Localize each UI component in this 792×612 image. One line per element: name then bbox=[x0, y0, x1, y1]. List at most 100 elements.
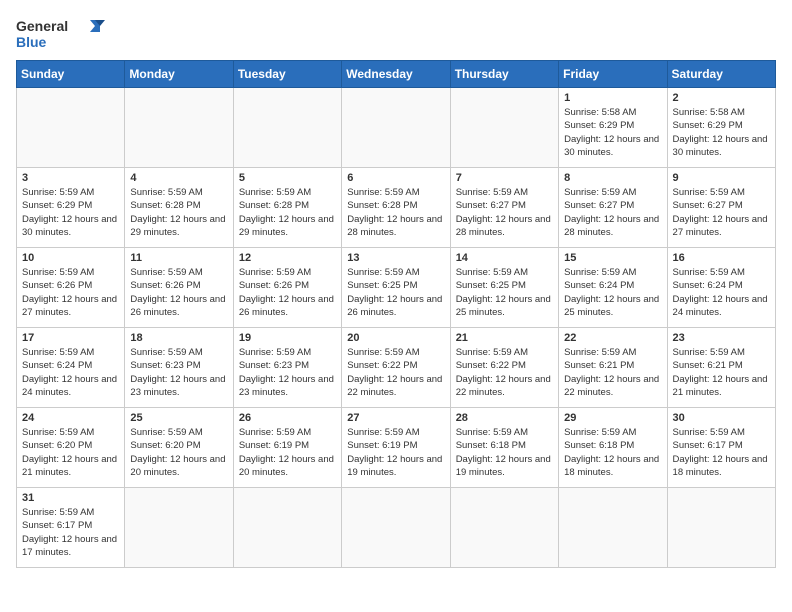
generalblue-logo-icon: General Blue bbox=[16, 16, 106, 52]
calendar-cell: 11 Sunrise: 5:59 AM Sunset: 6:26 PM Dayli… bbox=[125, 248, 233, 328]
week-row-2: 3 Sunrise: 5:59 AM Sunset: 6:29 PM Daylig… bbox=[17, 168, 776, 248]
calendar-cell: 25 Sunrise: 5:59 AM Sunset: 6:20 PM Dayli… bbox=[125, 408, 233, 488]
day-info: Sunrise: 5:59 AM Sunset: 6:17 PM Dayligh… bbox=[673, 426, 770, 479]
day-number: 3 bbox=[22, 172, 119, 184]
day-info: Sunrise: 5:59 AM Sunset: 6:23 PM Dayligh… bbox=[239, 346, 336, 399]
day-number: 6 bbox=[347, 172, 444, 184]
day-info: Sunrise: 5:59 AM Sunset: 6:19 PM Dayligh… bbox=[347, 426, 444, 479]
day-number: 21 bbox=[456, 332, 553, 344]
week-row-5: 24Sunrise: 5:59 AM Sunset: 6:20 PM Dayli… bbox=[17, 408, 776, 488]
day-info: Sunrise: 5:59 AM Sunset: 6:25 PM Dayligh… bbox=[456, 266, 553, 319]
page-header: General Blue bbox=[16, 16, 776, 52]
calendar-cell: 30 Sunrise: 5:59 AM Sunset: 6:17 PM Dayli… bbox=[667, 408, 775, 488]
logo: General Blue bbox=[16, 16, 106, 52]
day-info: Sunrise: 5:59 AM Sunset: 6:17 PM Dayligh… bbox=[22, 506, 119, 559]
day-number: 22 bbox=[564, 332, 661, 344]
day-number: 7 bbox=[456, 172, 553, 184]
day-info: Sunrise: 5:59 AM Sunset: 6:28 PM Dayligh… bbox=[239, 186, 336, 239]
day-number: 5 bbox=[239, 172, 336, 184]
day-info: Sunrise: 5:59 AM Sunset: 6:23 PM Dayligh… bbox=[130, 346, 227, 399]
day-info: Sunrise: 5:59 AM Sunset: 6:26 PM Dayligh… bbox=[239, 266, 336, 319]
day-info: Sunrise: 5:59 AM Sunset: 6:26 PM Dayligh… bbox=[130, 266, 227, 319]
weekday-header-sunday: Sunday bbox=[17, 61, 125, 88]
day-number: 13 bbox=[347, 252, 444, 264]
day-info: Sunrise: 5:59 AM Sunset: 6:18 PM Dayligh… bbox=[564, 426, 661, 479]
calendar-cell: 20Sunrise: 5:59 AM Sunset: 6:22 PM Dayli… bbox=[342, 328, 450, 408]
day-number: 9 bbox=[673, 172, 770, 184]
calendar-cell: 7 Sunrise: 5:59 AM Sunset: 6:27 PM Daylig… bbox=[450, 168, 558, 248]
day-number: 31 bbox=[22, 492, 119, 504]
day-number: 26 bbox=[239, 412, 336, 424]
day-info: Sunrise: 5:59 AM Sunset: 6:28 PM Dayligh… bbox=[130, 186, 227, 239]
day-number: 11 bbox=[130, 252, 227, 264]
weekday-header-row: SundayMondayTuesdayWednesdayThursdayFrid… bbox=[17, 61, 776, 88]
day-info: Sunrise: 5:59 AM Sunset: 6:26 PM Dayligh… bbox=[22, 266, 119, 319]
weekday-header-monday: Monday bbox=[125, 61, 233, 88]
calendar-cell: 13 Sunrise: 5:59 AM Sunset: 6:25 PM Dayli… bbox=[342, 248, 450, 328]
day-info: Sunrise: 5:59 AM Sunset: 6:29 PM Dayligh… bbox=[22, 186, 119, 239]
calendar-cell: 29 Sunrise: 5:59 AM Sunset: 6:18 PM Dayli… bbox=[559, 408, 667, 488]
day-number: 27 bbox=[347, 412, 444, 424]
calendar-cell: 17Sunrise: 5:59 AM Sunset: 6:24 PM Dayli… bbox=[17, 328, 125, 408]
calendar-cell: 15Sunrise: 5:59 AM Sunset: 6:24 PM Dayli… bbox=[559, 248, 667, 328]
calendar-cell: 8 Sunrise: 5:59 AM Sunset: 6:27 PM Daylig… bbox=[559, 168, 667, 248]
day-info: Sunrise: 5:59 AM Sunset: 6:24 PM Dayligh… bbox=[564, 266, 661, 319]
weekday-header-saturday: Saturday bbox=[667, 61, 775, 88]
calendar-cell: 16Sunrise: 5:59 AM Sunset: 6:24 PM Dayli… bbox=[667, 248, 775, 328]
week-row-1: 1 Sunrise: 5:58 AM Sunset: 6:29 PM Daylig… bbox=[17, 88, 776, 168]
calendar-cell: 26Sunrise: 5:59 AM Sunset: 6:19 PM Dayli… bbox=[233, 408, 341, 488]
calendar-cell bbox=[342, 88, 450, 168]
day-number: 29 bbox=[564, 412, 661, 424]
day-info: Sunrise: 5:59 AM Sunset: 6:27 PM Dayligh… bbox=[673, 186, 770, 239]
day-info: Sunrise: 5:59 AM Sunset: 6:27 PM Dayligh… bbox=[564, 186, 661, 239]
day-number: 18 bbox=[130, 332, 227, 344]
day-number: 8 bbox=[564, 172, 661, 184]
day-number: 10 bbox=[22, 252, 119, 264]
calendar-cell bbox=[233, 88, 341, 168]
calendar-cell: 10 Sunrise: 5:59 AM Sunset: 6:26 PM Dayli… bbox=[17, 248, 125, 328]
day-info: Sunrise: 5:58 AM Sunset: 6:29 PM Dayligh… bbox=[673, 106, 770, 159]
calendar-cell bbox=[667, 488, 775, 568]
day-number: 1 bbox=[564, 92, 661, 104]
svg-text:Blue: Blue bbox=[16, 34, 47, 50]
svg-text:General: General bbox=[16, 18, 68, 34]
week-row-3: 10 Sunrise: 5:59 AM Sunset: 6:26 PM Dayli… bbox=[17, 248, 776, 328]
weekday-header-thursday: Thursday bbox=[450, 61, 558, 88]
week-row-6: 31 Sunrise: 5:59 AM Sunset: 6:17 PM Dayli… bbox=[17, 488, 776, 568]
day-info: Sunrise: 5:59 AM Sunset: 6:18 PM Dayligh… bbox=[456, 426, 553, 479]
weekday-header-wednesday: Wednesday bbox=[342, 61, 450, 88]
calendar-table: SundayMondayTuesdayWednesdayThursdayFrid… bbox=[16, 60, 776, 568]
day-number: 4 bbox=[130, 172, 227, 184]
weekday-header-friday: Friday bbox=[559, 61, 667, 88]
calendar-cell: 28Sunrise: 5:59 AM Sunset: 6:18 PM Dayli… bbox=[450, 408, 558, 488]
day-info: Sunrise: 5:59 AM Sunset: 6:22 PM Dayligh… bbox=[347, 346, 444, 399]
calendar-cell: 14Sunrise: 5:59 AM Sunset: 6:25 PM Dayli… bbox=[450, 248, 558, 328]
week-row-4: 17Sunrise: 5:59 AM Sunset: 6:24 PM Dayli… bbox=[17, 328, 776, 408]
day-info: Sunrise: 5:59 AM Sunset: 6:22 PM Dayligh… bbox=[456, 346, 553, 399]
day-number: 25 bbox=[130, 412, 227, 424]
calendar-cell bbox=[559, 488, 667, 568]
calendar-cell: 2 Sunrise: 5:58 AM Sunset: 6:29 PM Daylig… bbox=[667, 88, 775, 168]
calendar-cell: 9 Sunrise: 5:59 AM Sunset: 6:27 PM Daylig… bbox=[667, 168, 775, 248]
calendar-cell: 27 Sunrise: 5:59 AM Sunset: 6:19 PM Dayli… bbox=[342, 408, 450, 488]
day-number: 23 bbox=[673, 332, 770, 344]
calendar-cell: 3 Sunrise: 5:59 AM Sunset: 6:29 PM Daylig… bbox=[17, 168, 125, 248]
calendar-cell bbox=[17, 88, 125, 168]
calendar-cell: 6Sunrise: 5:59 AM Sunset: 6:28 PM Daylig… bbox=[342, 168, 450, 248]
calendar-cell: 23Sunrise: 5:59 AM Sunset: 6:21 PM Dayli… bbox=[667, 328, 775, 408]
calendar-cell: 12 Sunrise: 5:59 AM Sunset: 6:26 PM Dayli… bbox=[233, 248, 341, 328]
day-number: 12 bbox=[239, 252, 336, 264]
day-number: 17 bbox=[22, 332, 119, 344]
day-number: 19 bbox=[239, 332, 336, 344]
calendar-cell: 31 Sunrise: 5:59 AM Sunset: 6:17 PM Dayli… bbox=[17, 488, 125, 568]
day-number: 30 bbox=[673, 412, 770, 424]
day-number: 2 bbox=[673, 92, 770, 104]
day-info: Sunrise: 5:59 AM Sunset: 6:25 PM Dayligh… bbox=[347, 266, 444, 319]
calendar-cell bbox=[125, 488, 233, 568]
calendar-cell bbox=[233, 488, 341, 568]
day-info: Sunrise: 5:59 AM Sunset: 6:20 PM Dayligh… bbox=[130, 426, 227, 479]
day-info: Sunrise: 5:59 AM Sunset: 6:24 PM Dayligh… bbox=[673, 266, 770, 319]
day-info: Sunrise: 5:58 AM Sunset: 6:29 PM Dayligh… bbox=[564, 106, 661, 159]
day-info: Sunrise: 5:59 AM Sunset: 6:27 PM Dayligh… bbox=[456, 186, 553, 239]
day-info: Sunrise: 5:59 AM Sunset: 6:20 PM Dayligh… bbox=[22, 426, 119, 479]
